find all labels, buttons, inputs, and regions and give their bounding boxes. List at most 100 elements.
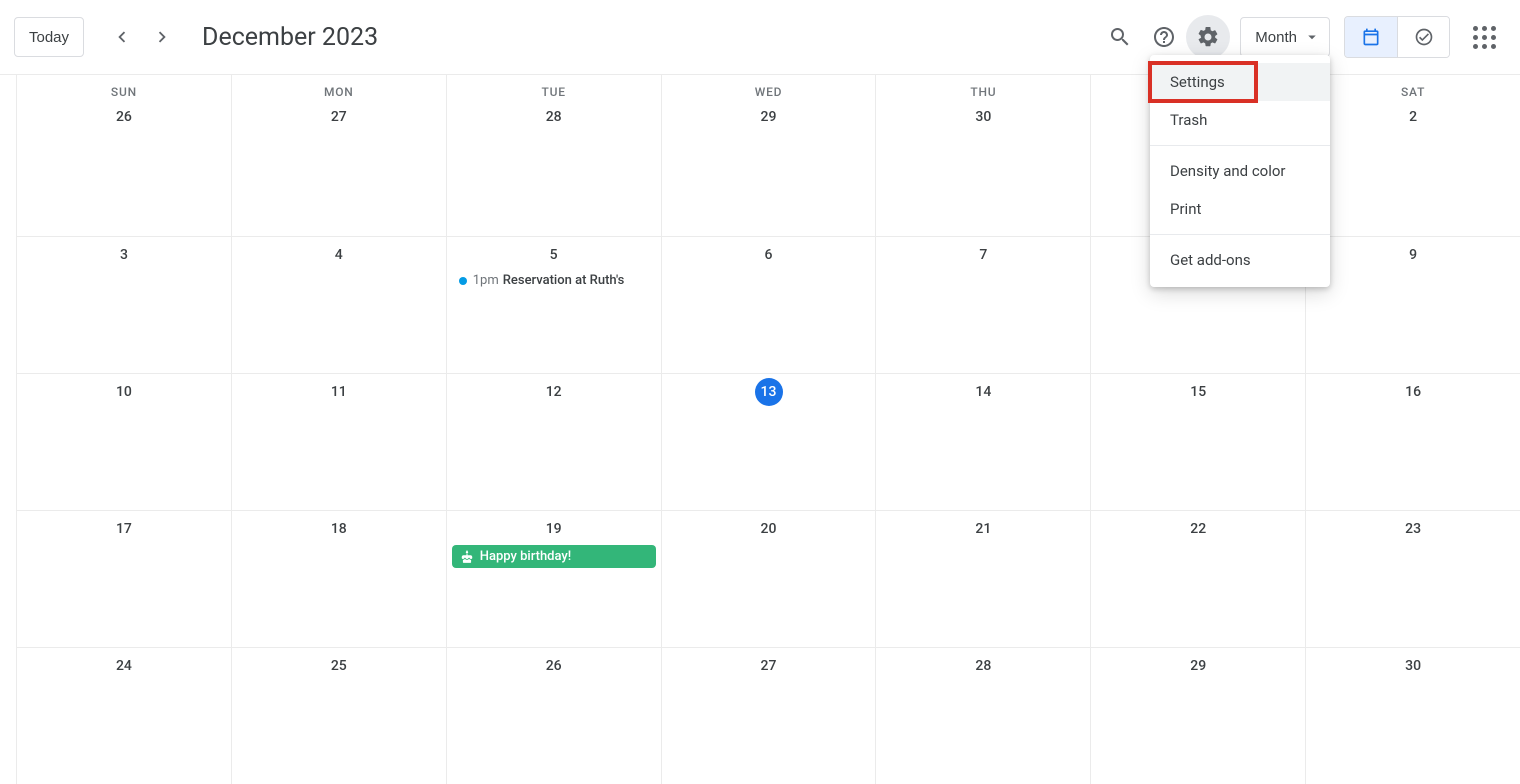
calendar-event[interactable]: 1pm Reservation at Ruth's xyxy=(455,271,653,290)
calendar-cell[interactable]: 6 xyxy=(661,237,876,373)
day-number[interactable]: 5 xyxy=(447,241,661,269)
search-button[interactable] xyxy=(1098,15,1142,59)
calendar-cell[interactable]: 2 xyxy=(1305,99,1520,236)
day-number[interactable]: 9 xyxy=(1306,241,1520,269)
calendar-cell[interactable]: 24 xyxy=(16,648,231,784)
chevron-left-icon xyxy=(111,26,133,48)
day-number[interactable]: 19 xyxy=(447,515,661,543)
day-number[interactable]: 23 xyxy=(1306,515,1520,543)
calendar-cell[interactable]: 17 xyxy=(16,511,231,647)
calendar-cell[interactable]: 27 xyxy=(231,99,446,236)
day-number[interactable]: 24 xyxy=(17,652,231,680)
day-header: SUN xyxy=(16,75,231,99)
menu-separator xyxy=(1150,234,1330,235)
day-number[interactable]: 28 xyxy=(447,103,661,131)
calendar-cell[interactable]: 19Happy birthday! xyxy=(446,511,661,647)
calendar-cell[interactable]: 26 xyxy=(446,648,661,784)
next-button[interactable] xyxy=(142,17,182,57)
caret-down-icon xyxy=(1303,28,1321,46)
menu-item-print[interactable]: Print xyxy=(1150,190,1330,228)
calendar-cell[interactable]: 30 xyxy=(875,99,1090,236)
day-header: MON xyxy=(231,75,446,99)
google-apps-button[interactable] xyxy=(1462,15,1506,59)
day-header: THU xyxy=(875,75,1090,99)
day-number[interactable]: 14 xyxy=(876,378,1090,406)
today-button[interactable]: Today xyxy=(14,17,84,57)
event-time: 1pm xyxy=(473,273,499,288)
day-number[interactable]: 15 xyxy=(1091,378,1305,406)
calendar-cell[interactable]: 10 xyxy=(16,374,231,510)
day-number[interactable]: 18 xyxy=(232,515,446,543)
day-number[interactable]: 17 xyxy=(17,515,231,543)
day-number[interactable]: 10 xyxy=(17,378,231,406)
day-number[interactable]: 27 xyxy=(232,103,446,131)
calendar-cell[interactable]: 7 xyxy=(875,237,1090,373)
view-switch-label: Month xyxy=(1255,29,1297,46)
calendar-cell[interactable]: 25 xyxy=(231,648,446,784)
calendar-event[interactable]: Happy birthday! xyxy=(452,545,656,568)
calendar-cell[interactable]: 9 xyxy=(1305,237,1520,373)
day-number[interactable]: 11 xyxy=(232,378,446,406)
day-number[interactable]: 6 xyxy=(662,241,876,269)
day-number[interactable]: 25 xyxy=(232,652,446,680)
day-number[interactable]: 2 xyxy=(1306,103,1520,131)
day-number[interactable]: 26 xyxy=(17,103,231,131)
calendar-cell[interactable]: 27 xyxy=(661,648,876,784)
day-number[interactable]: 29 xyxy=(662,103,876,131)
day-number[interactable]: 30 xyxy=(1306,652,1520,680)
day-number[interactable]: 28 xyxy=(876,652,1090,680)
calendar-cell[interactable]: 23 xyxy=(1305,511,1520,647)
calendar-cell[interactable]: 16 xyxy=(1305,374,1520,510)
side-panel-switch xyxy=(1344,16,1450,58)
settings-button[interactable] xyxy=(1186,15,1230,59)
calendar-cell[interactable]: 21 xyxy=(875,511,1090,647)
calendar-week: 171819Happy birthday!20212223 xyxy=(16,510,1520,647)
tasks-panel-button[interactable] xyxy=(1397,17,1449,57)
calendar-cell[interactable]: 22 xyxy=(1090,511,1305,647)
day-number[interactable]: 12 xyxy=(447,378,661,406)
calendar-cell[interactable]: 13 xyxy=(661,374,876,510)
menu-item-trash[interactable]: Trash xyxy=(1150,101,1330,139)
calendar-cell[interactable]: 30 xyxy=(1305,648,1520,784)
event-title: Reservation at Ruth's xyxy=(503,273,625,288)
calendar-cell[interactable]: 18 xyxy=(231,511,446,647)
menu-item-get-add-ons[interactable]: Get add-ons xyxy=(1150,241,1330,279)
day-header: WED xyxy=(661,75,876,99)
calendar-cell[interactable]: 29 xyxy=(1090,648,1305,784)
calendar-cell[interactable]: 20 xyxy=(661,511,876,647)
calendar-cell[interactable]: 28 xyxy=(875,648,1090,784)
calendar-cell[interactable]: 26 xyxy=(16,99,231,236)
calendar-cell[interactable]: 28 xyxy=(446,99,661,236)
day-number[interactable]: 3 xyxy=(17,241,231,269)
menu-item-settings[interactable]: Settings xyxy=(1150,63,1330,101)
day-header: SAT xyxy=(1305,75,1520,99)
view-switch[interactable]: Month xyxy=(1240,17,1330,57)
calendar-cell[interactable]: 11 xyxy=(231,374,446,510)
day-number[interactable]: 26 xyxy=(447,652,661,680)
day-number[interactable]: 29 xyxy=(1091,652,1305,680)
menu-item-density-and-color[interactable]: Density and color xyxy=(1150,152,1330,190)
calendar-cell[interactable]: 3 xyxy=(16,237,231,373)
calendar-cell[interactable]: 15 xyxy=(1090,374,1305,510)
day-number[interactable]: 7 xyxy=(876,241,1090,269)
day-number[interactable]: 21 xyxy=(876,515,1090,543)
calendar-week: 10111213141516 xyxy=(16,373,1520,510)
calendar-panel-button[interactable] xyxy=(1345,17,1397,57)
day-number[interactable]: 20 xyxy=(662,515,876,543)
day-number[interactable]: 4 xyxy=(232,241,446,269)
gear-icon xyxy=(1196,25,1220,49)
chevron-right-icon xyxy=(151,26,173,48)
help-button[interactable] xyxy=(1142,15,1186,59)
calendar-cell[interactable]: 5 1pm Reservation at Ruth's xyxy=(446,237,661,373)
page-title: December 2023 xyxy=(202,23,378,52)
day-number[interactable]: 22 xyxy=(1091,515,1305,543)
prev-button[interactable] xyxy=(102,17,142,57)
day-number[interactable]: 27 xyxy=(662,652,876,680)
calendar-cell[interactable]: 4 xyxy=(231,237,446,373)
calendar-cell[interactable]: 14 xyxy=(875,374,1090,510)
day-number[interactable]: 30 xyxy=(876,103,1090,131)
calendar-cell[interactable]: 29 xyxy=(661,99,876,236)
calendar-cell[interactable]: 12 xyxy=(446,374,661,510)
day-number[interactable]: 16 xyxy=(1306,378,1520,406)
day-number[interactable]: 13 xyxy=(662,378,876,406)
